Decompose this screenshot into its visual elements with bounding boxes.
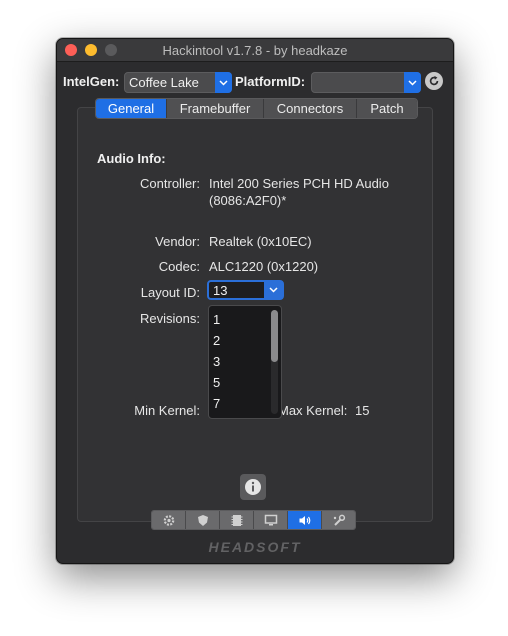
- revisions-label: Revisions:: [140, 311, 200, 326]
- platformid-label: PlatformID:: [235, 74, 306, 89]
- max-kernel-label: Max Kernel:: [278, 403, 348, 418]
- tab-bar: General Framebuffer Connectors Patch: [95, 98, 418, 119]
- audio-info-heading: Audio Info:: [97, 151, 166, 166]
- controller-label: Controller:: [140, 176, 200, 191]
- layout-option[interactable]: 7: [213, 396, 220, 411]
- chevron-down-icon: [404, 72, 421, 93]
- info-button[interactable]: [240, 474, 266, 500]
- chevron-down-icon: [215, 72, 232, 93]
- refresh-icon: [429, 75, 439, 86]
- controller-value-line1: Intel 200 Series PCH HD Audio: [209, 176, 389, 191]
- layout-id-label: Layout ID:: [140, 285, 200, 300]
- codec-label: Codec:: [158, 259, 200, 274]
- chevron-down-icon: [264, 282, 282, 298]
- monitor-icon: [264, 514, 277, 525]
- layout-option[interactable]: 2: [213, 333, 220, 348]
- codec-value: ALC1220 (0x1220): [209, 259, 319, 274]
- tab-framebuffer[interactable]: Framebuffer: [167, 99, 264, 118]
- vendor-value: Realtek (0x10EC): [209, 234, 312, 249]
- refresh-button[interactable]: [425, 72, 443, 90]
- window-title: Hackintool v1.7.8 - by headkaze: [162, 43, 348, 58]
- layout-option[interactable]: 3: [213, 354, 220, 369]
- scrollbar-thumb[interactable]: [271, 310, 278, 362]
- memory-tool-button[interactable]: [220, 511, 254, 529]
- info-icon: [245, 479, 261, 495]
- gear-icon: [163, 514, 174, 526]
- layout-option[interactable]: 1: [213, 312, 220, 327]
- audio-tool-button[interactable]: [288, 511, 322, 529]
- platformid-popup[interactable]: [311, 72, 421, 93]
- headsoft-logo: HEADSOFT: [208, 539, 302, 555]
- system-tool-button[interactable]: [152, 511, 186, 529]
- memory-icon: [231, 514, 242, 526]
- intelgen-label: IntelGen:: [63, 74, 120, 89]
- security-tool-button[interactable]: [186, 511, 220, 529]
- controller-value-line2: (8086:A2F0)*: [209, 193, 287, 208]
- vendor-label: Vendor:: [155, 234, 200, 249]
- wrench-icon: [333, 514, 345, 526]
- speaker-icon: [299, 515, 310, 525]
- layout-option[interactable]: 5: [213, 375, 220, 390]
- dropdown-scrollbar[interactable]: [271, 310, 278, 414]
- display-tool-button[interactable]: [254, 511, 288, 529]
- tools-button[interactable]: [322, 511, 355, 529]
- shield-icon: [197, 514, 208, 526]
- tab-connectors[interactable]: Connectors: [264, 99, 357, 118]
- bottom-toolbar: [151, 510, 356, 530]
- title-bar: Hackintool v1.7.8 - by headkaze: [57, 39, 453, 62]
- layout-id-dropdown-list[interactable]: 1 2 3 5 7: [208, 305, 282, 419]
- max-kernel-value: 15: [355, 403, 370, 418]
- intelgen-value: Coffee Lake: [129, 75, 199, 90]
- hackintool-window: Hackintool v1.7.8 - by headkaze IntelGen…: [56, 38, 454, 564]
- min-kernel-label: Min Kernel:: [134, 403, 200, 418]
- layout-id-value: 13: [213, 283, 228, 298]
- intelgen-popup[interactable]: Coffee Lake: [124, 72, 232, 93]
- tab-general[interactable]: General: [96, 99, 167, 118]
- layout-id-popup[interactable]: 13: [207, 280, 284, 300]
- tab-patch[interactable]: Patch: [357, 99, 417, 118]
